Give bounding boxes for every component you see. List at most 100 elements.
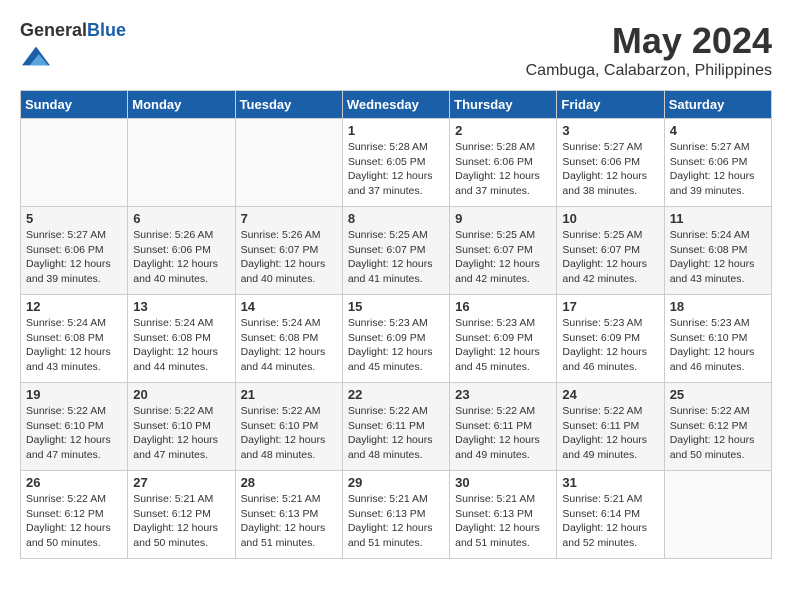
day-number: 1 (348, 123, 444, 138)
day-info: Daylight: 12 hours and 39 minutes. (670, 169, 766, 198)
calendar-cell: 4Sunrise: 5:27 AMSunset: 6:06 PMDaylight… (664, 119, 771, 207)
day-info: Sunset: 6:06 PM (562, 155, 658, 170)
day-info: Sunset: 6:05 PM (348, 155, 444, 170)
day-info: Daylight: 12 hours and 50 minutes. (26, 521, 122, 550)
day-number: 28 (241, 475, 337, 490)
calendar-cell: 5Sunrise: 5:27 AMSunset: 6:06 PMDaylight… (21, 207, 128, 295)
day-info: Sunrise: 5:24 AM (241, 316, 337, 331)
day-info: Sunrise: 5:22 AM (26, 404, 122, 419)
day-info: Sunset: 6:08 PM (133, 331, 229, 346)
day-info: Daylight: 12 hours and 37 minutes. (455, 169, 551, 198)
calendar-table: SundayMondayTuesdayWednesdayThursdayFrid… (20, 90, 772, 559)
day-number: 2 (455, 123, 551, 138)
day-info: Sunset: 6:12 PM (133, 507, 229, 522)
day-info: Sunrise: 5:21 AM (562, 492, 658, 507)
week-row-3: 12Sunrise: 5:24 AMSunset: 6:08 PMDayligh… (21, 295, 772, 383)
day-info: Daylight: 12 hours and 46 minutes. (670, 345, 766, 374)
calendar-cell: 26Sunrise: 5:22 AMSunset: 6:12 PMDayligh… (21, 471, 128, 559)
day-number: 26 (26, 475, 122, 490)
day-info: Daylight: 12 hours and 43 minutes. (26, 345, 122, 374)
day-info: Sunset: 6:14 PM (562, 507, 658, 522)
day-number: 13 (133, 299, 229, 314)
day-info: Sunrise: 5:21 AM (455, 492, 551, 507)
day-number: 22 (348, 387, 444, 402)
calendar-cell: 20Sunrise: 5:22 AMSunset: 6:10 PMDayligh… (128, 383, 235, 471)
day-info: Sunset: 6:13 PM (348, 507, 444, 522)
day-number: 23 (455, 387, 551, 402)
day-info: Sunset: 6:07 PM (455, 243, 551, 258)
day-info: Sunset: 6:10 PM (26, 419, 122, 434)
location-text: Cambuga, Calabarzon, Philippines (526, 62, 772, 80)
day-info: Sunrise: 5:27 AM (562, 140, 658, 155)
day-number: 7 (241, 211, 337, 226)
day-number: 20 (133, 387, 229, 402)
day-number: 18 (670, 299, 766, 314)
day-number: 11 (670, 211, 766, 226)
logo-blue-text: Blue (87, 20, 126, 40)
weekday-header-saturday: Saturday (664, 91, 771, 119)
calendar-cell: 22 Sunrise: 5:22 AMSunset: 6:11 PMDayligh… (342, 383, 449, 471)
day-info: Daylight: 12 hours and 49 minutes. (455, 433, 551, 462)
day-number: 6 (133, 211, 229, 226)
calendar-cell: 19Sunrise: 5:22 AMSunset: 6:10 PMDayligh… (21, 383, 128, 471)
day-info: Daylight: 12 hours and 45 minutes. (455, 345, 551, 374)
calendar-cell: 31Sunrise: 5:21 AMSunset: 6:14 PMDayligh… (557, 471, 664, 559)
day-number: 25 (670, 387, 766, 402)
calendar-cell: 21Sunrise: 5:22 AMSunset: 6:10 PMDayligh… (235, 383, 342, 471)
day-info: Sunrise: 5:27 AM (26, 228, 122, 243)
calendar-cell: 13Sunrise: 5:24 AMSunset: 6:08 PMDayligh… (128, 295, 235, 383)
day-number: 10 (562, 211, 658, 226)
day-info: Daylight: 12 hours and 47 minutes. (26, 433, 122, 462)
calendar-cell: 12Sunrise: 5:24 AMSunset: 6:08 PMDayligh… (21, 295, 128, 383)
logo-icon (22, 42, 50, 70)
day-info: Daylight: 12 hours and 48 minutes. (241, 433, 337, 462)
calendar-cell (664, 471, 771, 559)
day-info: Daylight: 12 hours and 40 minutes. (241, 257, 337, 286)
month-title: May 2024 (526, 20, 772, 62)
weekday-header-sunday: Sunday (21, 91, 128, 119)
calendar-cell: 9Sunrise: 5:25 AMSunset: 6:07 PMDaylight… (450, 207, 557, 295)
day-number: 5 (26, 211, 122, 226)
day-info: Sunset: 6:10 PM (241, 419, 337, 434)
day-number: 8 (348, 211, 444, 226)
weekday-header-monday: Monday (128, 91, 235, 119)
calendar-cell: 27Sunrise: 5:21 AMSunset: 6:12 PMDayligh… (128, 471, 235, 559)
day-number: 17 (562, 299, 658, 314)
day-info: Sunrise: 5:22 AM (348, 404, 444, 419)
week-row-4: 19Sunrise: 5:22 AMSunset: 6:10 PMDayligh… (21, 383, 772, 471)
day-info: Sunset: 6:11 PM (348, 419, 444, 434)
day-info: Sunset: 6:13 PM (455, 507, 551, 522)
day-info: Daylight: 12 hours and 44 minutes. (241, 345, 337, 374)
day-info: Sunset: 6:06 PM (455, 155, 551, 170)
day-info: Daylight: 12 hours and 48 minutes. (348, 433, 444, 462)
calendar-cell: 18Sunrise: 5:23 AMSunset: 6:10 PMDayligh… (664, 295, 771, 383)
day-info: Sunrise: 5:28 AM (455, 140, 551, 155)
day-info: Sunrise: 5:22 AM (562, 404, 658, 419)
day-info: Sunrise: 5:21 AM (241, 492, 337, 507)
calendar-cell: 11Sunrise: 5:24 AMSunset: 6:08 PMDayligh… (664, 207, 771, 295)
day-info: Sunset: 6:06 PM (133, 243, 229, 258)
weekday-header-wednesday: Wednesday (342, 91, 449, 119)
week-row-1: 1Sunrise: 5:28 AMSunset: 6:05 PMDaylight… (21, 119, 772, 207)
day-info: Sunrise: 5:23 AM (562, 316, 658, 331)
day-info: Daylight: 12 hours and 42 minutes. (562, 257, 658, 286)
day-info: Daylight: 12 hours and 39 minutes. (26, 257, 122, 286)
day-info: Sunrise: 5:22 AM (26, 492, 122, 507)
day-info: Sunrise: 5:25 AM (455, 228, 551, 243)
day-info: Sunset: 6:06 PM (670, 155, 766, 170)
day-info: Sunset: 6:11 PM (562, 419, 658, 434)
day-info: Sunset: 6:09 PM (455, 331, 551, 346)
day-number: 14 (241, 299, 337, 314)
day-number: 24 (562, 387, 658, 402)
weekday-header-friday: Friday (557, 91, 664, 119)
day-info: Sunrise: 5:28 AM (348, 140, 444, 155)
day-info: Daylight: 12 hours and 38 minutes. (562, 169, 658, 198)
day-info: Daylight: 12 hours and 50 minutes. (133, 521, 229, 550)
day-info: Sunrise: 5:24 AM (133, 316, 229, 331)
weekday-header-row: SundayMondayTuesdayWednesdayThursdayFrid… (21, 91, 772, 119)
calendar-cell: 3Sunrise: 5:27 AMSunset: 6:06 PMDaylight… (557, 119, 664, 207)
day-number: 21 (241, 387, 337, 402)
day-info: Daylight: 12 hours and 51 minutes. (241, 521, 337, 550)
day-info: Daylight: 12 hours and 45 minutes. (348, 345, 444, 374)
title-block: May 2024 Cambuga, Calabarzon, Philippine… (526, 20, 772, 80)
